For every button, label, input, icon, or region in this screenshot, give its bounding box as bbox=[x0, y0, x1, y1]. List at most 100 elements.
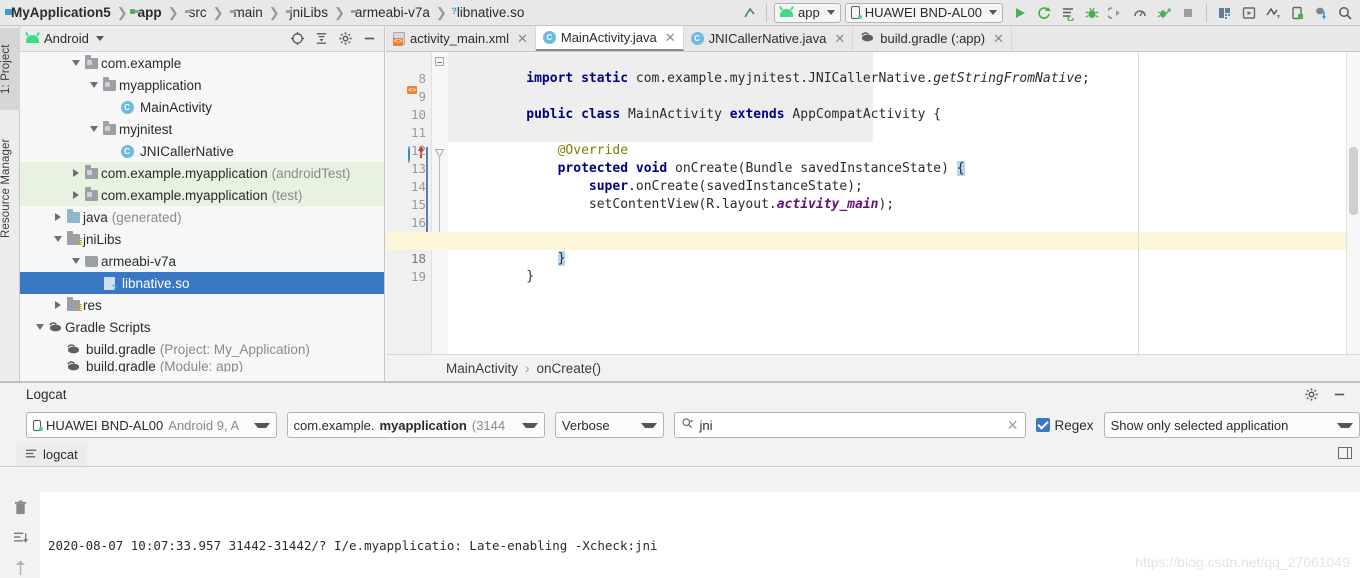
close-icon[interactable]: ✕ bbox=[662, 30, 676, 46]
breadcrumb-item-abi[interactable]: armeabi-v7a bbox=[348, 0, 433, 26]
logcat-splitter[interactable] bbox=[0, 382, 1360, 383]
tree-row-build-gradle-project[interactable]: build.gradle (Project: My_Application) bbox=[20, 338, 384, 360]
chevron-down-icon[interactable] bbox=[69, 60, 82, 66]
debug-icon[interactable] bbox=[1081, 2, 1103, 24]
logcat-level-selector[interactable]: Verbose bbox=[554, 412, 664, 438]
sync-gradle-icon[interactable] bbox=[1310, 2, 1332, 24]
tree-row-res[interactable]: res bbox=[20, 294, 384, 316]
hide-toolbar-icon[interactable] bbox=[739, 2, 761, 24]
code-line[interactable]: 8 import static com.example.myjnitest.JNI… bbox=[386, 52, 1360, 86]
tree-row-myapplication[interactable]: myapplication bbox=[20, 74, 384, 96]
project-tree[interactable]: java com.example myapplication C MainAct… bbox=[20, 52, 384, 381]
tree-row-com-example[interactable]: com.example bbox=[20, 52, 384, 74]
tree-row-jnicallernative[interactable]: C JNICallerNative bbox=[20, 140, 384, 162]
code-line[interactable]: 10 public class MainActivity extends AppC… bbox=[386, 88, 1360, 122]
code-line[interactable]: 13 protected void onCreate(Bundle savedI… bbox=[386, 142, 1360, 176]
editor-tab-mainactivity-java[interactable]: C MainActivity.java ✕ bbox=[535, 26, 684, 51]
restore-layout-icon[interactable] bbox=[1338, 447, 1352, 462]
tree-row-mainactivity[interactable]: C MainActivity bbox=[20, 96, 384, 118]
editor-scrollbar[interactable] bbox=[1346, 52, 1360, 354]
tree-row-build-gradle-module[interactable]: build.gradle (Module: app) bbox=[20, 360, 384, 372]
logcat-device-selector[interactable]: HUAWEI BND-AL00 Android 9, A bbox=[26, 412, 277, 438]
breadcrumb-item-main[interactable]: main bbox=[227, 0, 266, 26]
regex-checkbox[interactable]: Regex bbox=[1035, 418, 1094, 433]
code-line[interactable]: 12 @Override bbox=[386, 124, 1360, 158]
minimize-icon[interactable] bbox=[358, 28, 380, 50]
project-view-selector[interactable]: Android bbox=[44, 31, 89, 46]
chevron-down-icon[interactable] bbox=[69, 258, 82, 264]
editor-tab-jnicallernative-java[interactable]: C JNICallerNative.java ✕ bbox=[684, 26, 854, 51]
chevron-right-icon[interactable] bbox=[69, 169, 82, 177]
clear-icon[interactable]: ✕ bbox=[1007, 417, 1019, 434]
run-coverage-icon[interactable] bbox=[1153, 2, 1175, 24]
run-configuration-selector[interactable]: app bbox=[774, 2, 841, 23]
breadcrumb-class[interactable]: MainActivity bbox=[446, 361, 518, 376]
checkbox-checked-icon[interactable] bbox=[1035, 418, 1050, 432]
code-editor[interactable]: 8 import static com.example.myjnitest.JNI… bbox=[386, 52, 1360, 354]
tree-row-armeabi-v7a[interactable]: armeabi-v7a bbox=[20, 250, 384, 272]
chevron-down-icon[interactable] bbox=[87, 126, 100, 132]
breadcrumb-item-project[interactable]: MyApplication5 bbox=[4, 0, 114, 26]
stop-icon[interactable] bbox=[1177, 2, 1199, 24]
tree-row-jnilibs[interactable]: jniLibs bbox=[20, 228, 384, 250]
tool-tab-resource-manager[interactable]: Resource Manager bbox=[0, 118, 20, 258]
code-line[interactable]: 19} bbox=[386, 250, 1360, 284]
code-line[interactable]: 11 bbox=[386, 106, 1360, 140]
gear-icon[interactable] bbox=[334, 28, 356, 50]
layout-inspector-icon[interactable] bbox=[1262, 2, 1284, 24]
code-line[interactable]: 9 bbox=[386, 70, 1360, 104]
chevron-down-icon[interactable] bbox=[51, 236, 64, 242]
code-line[interactable]: 14 super.onCreate(savedInstanceState); bbox=[386, 160, 1360, 194]
tree-row-java-generated[interactable]: java (generated) bbox=[20, 206, 384, 228]
scrollbar-thumb[interactable] bbox=[1349, 147, 1358, 215]
editor-tab-activity-main-xml[interactable]: activity_main.xml ✕ bbox=[386, 26, 536, 51]
logcat-process-selector[interactable]: com.example. myapplication (3144 bbox=[286, 412, 545, 438]
logcat-output[interactable]: 2020-08-07 10:07:33.957 31442-31442/? I/… bbox=[40, 492, 1360, 578]
code-line[interactable]: 16 bbox=[386, 196, 1360, 230]
sdk-manager-icon[interactable] bbox=[1214, 2, 1236, 24]
code-line[interactable]: 17 Log.i( tag: "get jni", getStringFromN… bbox=[386, 214, 1360, 248]
chevron-down-icon[interactable] bbox=[33, 324, 46, 330]
logcat-search-input[interactable]: jni ✕ bbox=[673, 412, 1026, 438]
clear-logcat-icon[interactable] bbox=[13, 500, 28, 519]
apply-code-changes-icon[interactable] bbox=[1057, 2, 1079, 24]
code-line[interactable]: 15 setContentView(R.layout.activity_main… bbox=[386, 178, 1360, 212]
breadcrumb-item-app[interactable]: app bbox=[131, 0, 165, 26]
chevron-down-icon[interactable] bbox=[87, 82, 100, 88]
minimize-icon[interactable] bbox=[1328, 384, 1350, 406]
run-icon[interactable] bbox=[1009, 2, 1031, 24]
breadcrumb-method[interactable]: onCreate() bbox=[537, 361, 602, 376]
device-selector[interactable]: HUAWEI BND-AL00 bbox=[844, 2, 1003, 23]
device-file-explorer-icon[interactable] bbox=[1286, 2, 1308, 24]
avd-manager-icon[interactable] bbox=[1238, 2, 1260, 24]
attach-debugger-icon[interactable] bbox=[1105, 2, 1127, 24]
profiler-icon[interactable] bbox=[1129, 2, 1151, 24]
chevron-right-icon[interactable] bbox=[51, 301, 64, 309]
gear-icon[interactable] bbox=[1300, 384, 1322, 406]
chevron-down-icon[interactable] bbox=[95, 36, 104, 41]
close-icon[interactable]: ✕ bbox=[990, 31, 1004, 47]
code-line[interactable]: 18 } bbox=[386, 232, 1360, 266]
close-icon[interactable]: ✕ bbox=[514, 31, 528, 47]
close-icon[interactable]: ✕ bbox=[831, 31, 845, 47]
breadcrumb-item-jnilibs[interactable]: jniLibs bbox=[283, 0, 331, 26]
chevron-right-icon[interactable] bbox=[69, 191, 82, 199]
collapse-all-icon[interactable] bbox=[310, 28, 332, 50]
tree-row-myjnitest[interactable]: myjnitest bbox=[20, 118, 384, 140]
breadcrumb-item-sofile[interactable]: libnative.so bbox=[450, 0, 528, 26]
editor-tab-build-gradle[interactable]: build.gradle (:app) ✕ bbox=[853, 26, 1012, 51]
up-arrow-icon[interactable] bbox=[14, 560, 27, 578]
tree-row-libnative-so[interactable]: libnative.so bbox=[20, 272, 384, 294]
apply-changes-icon[interactable] bbox=[1033, 2, 1055, 24]
breadcrumb-item-src[interactable]: src bbox=[182, 0, 210, 26]
tool-tab-project[interactable]: 1: Project bbox=[0, 28, 20, 110]
logcat-tab-logcat[interactable]: logcat bbox=[16, 443, 87, 466]
search-icon[interactable] bbox=[681, 417, 694, 433]
search-icon[interactable] bbox=[1334, 2, 1356, 24]
target-icon[interactable] bbox=[286, 28, 308, 50]
scroll-to-end-icon[interactable] bbox=[13, 531, 28, 548]
tree-row-gradle-scripts[interactable]: Gradle Scripts bbox=[20, 316, 384, 338]
tree-row-test[interactable]: com.example.myapplication (test) bbox=[20, 184, 384, 206]
chevron-right-icon[interactable] bbox=[51, 213, 64, 221]
logcat-filter-selector[interactable]: Show only selected application bbox=[1103, 412, 1360, 438]
